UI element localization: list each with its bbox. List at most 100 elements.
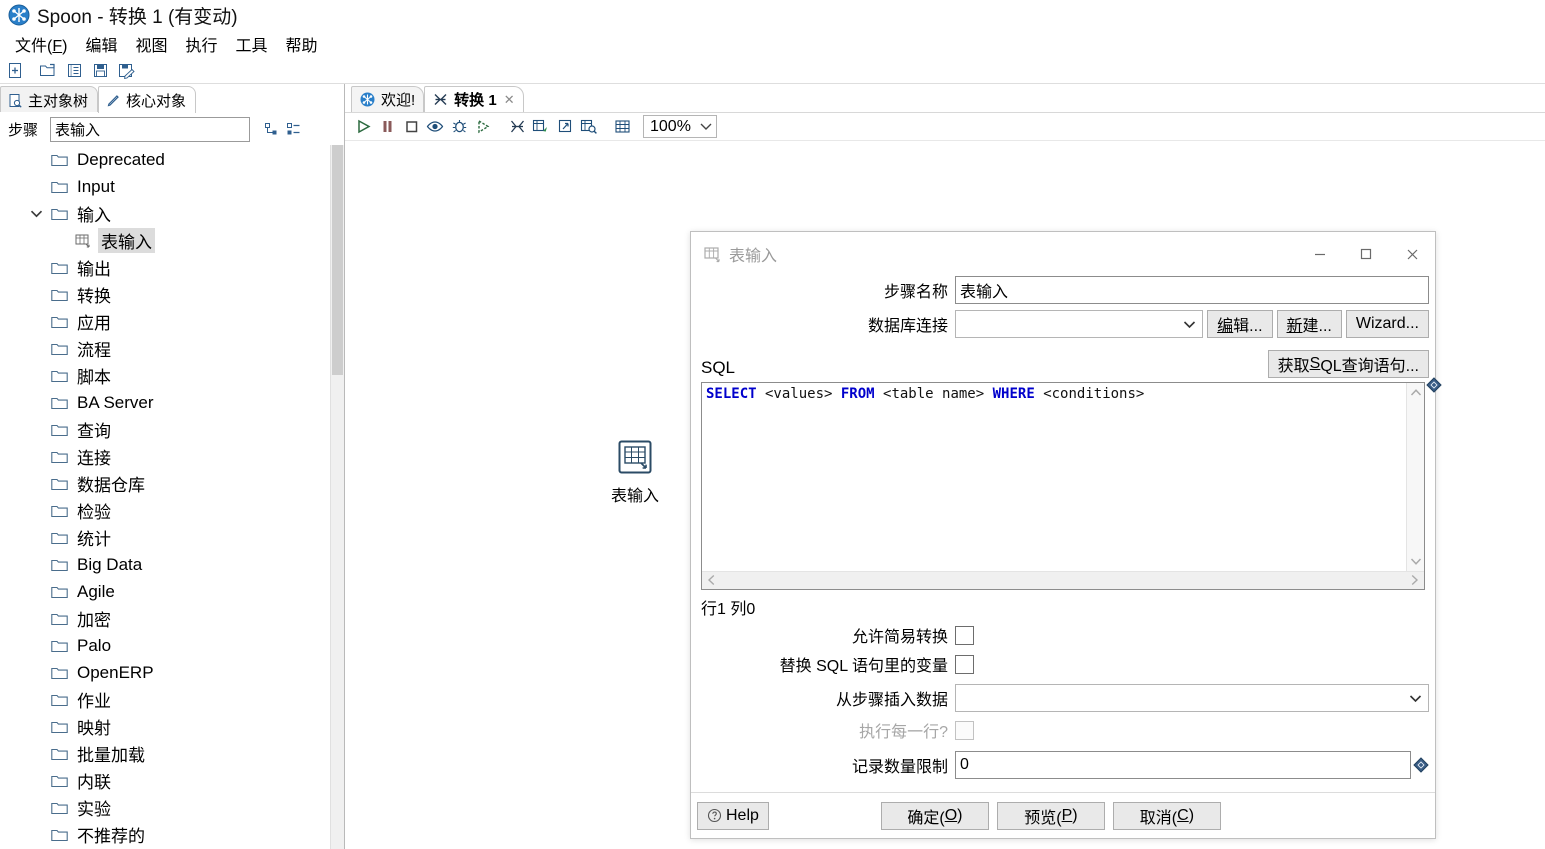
tree-item-输入[interactable]: 输入	[0, 200, 344, 227]
chevron-down-icon[interactable]	[24, 209, 48, 219]
get-sql-statement-button[interactable]: 获取 S QL查询语句...	[1267, 350, 1429, 378]
tree-item-palo[interactable]: Palo	[0, 632, 344, 659]
tree-item-查询[interactable]: 查询	[0, 416, 344, 443]
left-panel-scroll-thumb[interactable]	[332, 145, 343, 375]
stop-button[interactable]	[399, 115, 423, 139]
tree-item-label: 批量加载	[77, 746, 145, 765]
pause-button[interactable]	[375, 115, 399, 139]
tree-item-ba-server[interactable]: BA Server	[0, 389, 344, 416]
collapse-all-button[interactable]	[282, 118, 304, 140]
replay-button[interactable]	[471, 115, 495, 139]
sql-editor[interactable]: SELECT <values> FROM <table name> WHERE …	[701, 377, 1442, 590]
menu-edit[interactable]: 编辑	[76, 30, 126, 58]
document-tree-icon	[8, 93, 23, 108]
folder-icon	[48, 558, 70, 572]
tree-item-批量加载[interactable]: 批量加载	[0, 740, 344, 767]
tree-item-加密[interactable]: 加密	[0, 605, 344, 632]
expand-all-button[interactable]	[260, 118, 282, 140]
close-icon[interactable]: ✕	[504, 92, 515, 108]
explore-repository-button[interactable]	[61, 58, 87, 82]
tree-item-输出[interactable]: 输出	[0, 254, 344, 281]
edit-connection-button[interactable]: 编辑...	[1207, 310, 1273, 338]
preview-button[interactable]: 预览(P)	[996, 801, 1105, 830]
tree-item-input[interactable]: Input	[0, 173, 344, 200]
menu-tools[interactable]: 工具	[227, 30, 277, 58]
scroll-left-icon[interactable]	[707, 574, 716, 588]
transformation-settings-button[interactable]	[505, 115, 529, 139]
menu-help[interactable]: 帮助	[277, 30, 327, 58]
minimize-icon[interactable]	[1297, 232, 1343, 276]
new-transformation-button[interactable]	[2, 58, 28, 82]
tree-item-统计[interactable]: 统计	[0, 524, 344, 551]
tree-item-不推荐的[interactable]: 不推荐的	[0, 821, 344, 848]
preview-button[interactable]	[423, 115, 447, 139]
tree-item-数据仓库[interactable]: 数据仓库	[0, 470, 344, 497]
show-results-button[interactable]	[529, 115, 553, 139]
window-title: Spoon - 转换 1 (有变动)	[37, 6, 238, 28]
tree-item-表输入[interactable]: 表输入	[0, 227, 344, 254]
tree-item-label: BA Server	[77, 392, 154, 412]
new-connection-button[interactable]: 新建...	[1276, 310, 1342, 338]
menu-file[interactable]: 文件(F)	[6, 30, 76, 58]
tree-item-作业[interactable]: 作业	[0, 686, 344, 713]
menu-run[interactable]: 执行	[176, 30, 226, 58]
maximize-icon[interactable]	[1343, 232, 1389, 276]
connection-wizard-button[interactable]: Wizard...	[1345, 310, 1429, 338]
tree-item-检验[interactable]: 检验	[0, 497, 344, 524]
cancel-button[interactable]: 取消(C)	[1112, 801, 1221, 830]
tree-item-应用[interactable]: 应用	[0, 308, 344, 335]
sql-horizontal-scrollbar[interactable]	[702, 571, 1424, 589]
help-button[interactable]: Help	[697, 801, 769, 830]
scroll-up-icon[interactable]	[1410, 386, 1422, 399]
replace-variables-checkbox[interactable]	[955, 654, 974, 674]
debug-button[interactable]	[447, 115, 471, 139]
scroll-right-icon[interactable]	[1410, 574, 1419, 588]
run-button[interactable]	[351, 115, 375, 139]
scroll-down-icon[interactable]	[1410, 555, 1422, 568]
tree-item-映射[interactable]: 映射	[0, 713, 344, 740]
tab-transformation-1[interactable]: 转换 1 ✕	[424, 86, 524, 112]
close-icon[interactable]	[1389, 232, 1435, 276]
tree-item-deprecated[interactable]: Deprecated	[0, 146, 344, 173]
connection-combo[interactable]	[955, 310, 1204, 338]
tree-item-内联[interactable]: 内联	[0, 767, 344, 794]
step-name-input[interactable]	[955, 276, 1429, 304]
step-filter-input[interactable]	[50, 116, 251, 142]
sql-vertical-scrollbar[interactable]	[1406, 383, 1424, 571]
tree-item-流程[interactable]: 流程	[0, 335, 344, 362]
open-file-button[interactable]	[35, 58, 61, 82]
zoom-level-combo[interactable]: 100%	[643, 115, 717, 138]
tree-item-label: Deprecated	[77, 149, 165, 169]
inspect-data-button[interactable]	[577, 115, 601, 139]
tree-item-实验[interactable]: 实验	[0, 794, 344, 821]
new-file-icon	[8, 62, 21, 78]
sql-variable-indicator-icon	[1426, 377, 1442, 393]
row-limit-input[interactable]	[955, 751, 1411, 779]
sql-editor-text[interactable]: SELECT <values> FROM <table name> WHERE …	[702, 383, 1406, 589]
tree-item-脚本[interactable]: 脚本	[0, 362, 344, 389]
canvas-step-table-input[interactable]: 表输入	[596, 436, 674, 506]
folder-icon	[48, 801, 70, 815]
allow-lazy-conversion-checkbox[interactable]	[955, 625, 974, 645]
menu-view[interactable]: 视图	[126, 30, 176, 58]
steps-tree[interactable]: Deprecated Input 输入 表输入 输出 转换 应用 流程 脚本 BA Server 查…	[0, 145, 344, 849]
tab-main-object-tree[interactable]: 主对象树	[0, 86, 99, 113]
tree-item-连接[interactable]: 连接	[0, 443, 344, 470]
tab-welcome[interactable]: 欢迎!	[351, 86, 425, 112]
tree-item-openerp[interactable]: OpenERP	[0, 659, 344, 686]
save-button[interactable]	[87, 58, 113, 82]
table-input-icon	[72, 233, 94, 248]
tree-item-agile[interactable]: Agile	[0, 578, 344, 605]
execute-each-row-label: 执行每一行?	[859, 724, 948, 741]
hop-button[interactable]	[553, 115, 577, 139]
ok-button[interactable]: 确定(O)	[880, 801, 989, 830]
left-tabs-filler	[196, 86, 344, 113]
connection-label: 数据库连接	[867, 318, 948, 335]
arrange-steps-button[interactable]	[611, 115, 635, 139]
tree-item-转换[interactable]: 转换	[0, 281, 344, 308]
left-panel-scrollbar[interactable]	[330, 145, 344, 849]
tree-item-big-data[interactable]: Big Data	[0, 551, 344, 578]
insert-from-step-combo[interactable]	[955, 684, 1429, 712]
tab-core-objects[interactable]: 核心对象	[98, 86, 197, 113]
save-as-button[interactable]	[113, 58, 139, 82]
